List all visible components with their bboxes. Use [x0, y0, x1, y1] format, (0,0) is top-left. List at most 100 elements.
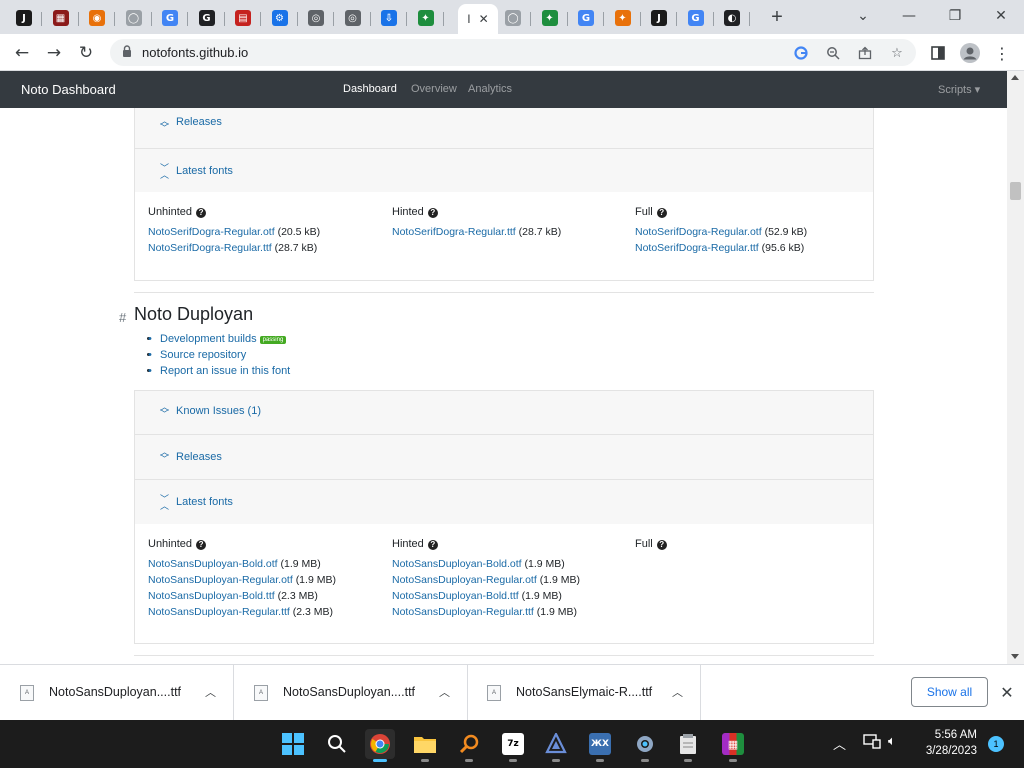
address-bar[interactable]: notofonts.github.io ☆: [110, 39, 916, 66]
profile-avatar-icon[interactable]: [958, 41, 982, 65]
settings-gear-icon[interactable]: [630, 729, 660, 762]
font-file-link[interactable]: NotoSansDuployan-Bold.ttf: [392, 590, 519, 602]
browser-tab[interactable]: ◉: [81, 4, 115, 32]
browser-tab[interactable]: ◎: [337, 4, 371, 32]
scroll-down-arrow-icon[interactable]: [1011, 654, 1019, 659]
volume-icon[interactable]: 🔈︎: [888, 734, 896, 749]
browser-tab[interactable]: G: [570, 4, 604, 32]
browser-tab[interactable]: G: [191, 4, 225, 32]
menu-kebab-icon[interactable]: ⋮: [990, 41, 1014, 65]
help-icon[interactable]: ?: [196, 208, 207, 218]
font-file-link[interactable]: NotoSansDuployan-Regular.otf: [392, 574, 537, 586]
download-item[interactable]: A NotoSansElymaic-R....ttf ︿: [467, 665, 701, 721]
latest-fonts-header[interactable]: ﹀ ︿ Latest fonts: [134, 148, 874, 193]
nav-analytics[interactable]: Analytics: [468, 83, 512, 95]
bookmark-star-icon[interactable]: ☆: [888, 44, 906, 62]
chrome-taskbar-icon[interactable]: [365, 729, 395, 762]
google-lens-icon[interactable]: [792, 44, 810, 62]
releases-header[interactable]: ︿ ﹀ Releases: [134, 108, 874, 149]
minimize-icon[interactable]: —: [889, 4, 929, 28]
inkscape-icon[interactable]: [541, 729, 571, 762]
help-icon[interactable]: ?: [427, 540, 438, 550]
latest-fonts-header[interactable]: ﹀ ︿ Latest fonts: [134, 479, 874, 525]
browser-tab[interactable]: ⚙: [264, 4, 298, 32]
file-explorer-icon[interactable]: [410, 729, 440, 762]
help-icon[interactable]: ?: [656, 540, 667, 550]
font-viewer-icon[interactable]: ЖX: [585, 729, 615, 762]
browser-tab[interactable]: ✦: [607, 4, 641, 32]
releases-header[interactable]: ︿ ﹀ Releases: [134, 434, 874, 480]
build-status-badge[interactable]: passing: [259, 336, 287, 344]
help-icon[interactable]: ?: [427, 208, 438, 218]
browser-tab[interactable]: J: [643, 4, 677, 32]
page-scrollbar[interactable]: [1007, 71, 1024, 664]
chevron-up-icon[interactable]: ︿: [439, 684, 450, 700]
browser-tab[interactable]: G: [154, 4, 188, 32]
tab-search-icon[interactable]: ⌄: [843, 4, 883, 28]
browser-tab[interactable]: ▦: [45, 4, 79, 32]
clock-time[interactable]: 5:56 AM: [927, 729, 977, 741]
download-item[interactable]: A NotoSansDuployan....ttf ︿: [234, 665, 468, 721]
zoom-icon[interactable]: [824, 44, 842, 62]
search-icon[interactable]: [322, 729, 352, 759]
side-panel-icon[interactable]: [926, 41, 950, 65]
notification-badge[interactable]: 1: [988, 736, 1004, 752]
font-file-link[interactable]: NotoSerifDogra-Regular.ttf: [392, 226, 516, 238]
forward-icon[interactable]: →: [41, 40, 67, 66]
source-repository-link[interactable]: Source repository: [160, 349, 246, 361]
back-icon[interactable]: ←: [9, 40, 35, 66]
font-file-link[interactable]: NotoSerifDogra-Regular.ttf: [148, 242, 272, 254]
new-tab-button[interactable]: +: [766, 6, 788, 28]
chevron-up-icon[interactable]: ︿: [672, 684, 683, 700]
nav-dashboard[interactable]: Dashboard: [343, 83, 397, 95]
winrar-icon[interactable]: ▦: [718, 729, 748, 762]
browser-tab[interactable]: ◯: [118, 4, 152, 32]
active-browser-tab[interactable]: I ✕: [458, 4, 498, 34]
download-item[interactable]: A NotoSansDuployan....ttf ︿: [0, 665, 234, 721]
chevron-up-icon[interactable]: ︿: [833, 734, 846, 753]
close-window-icon[interactable]: ✕: [981, 4, 1021, 28]
maximize-icon[interactable]: ❐: [935, 4, 975, 28]
chevron-up-icon[interactable]: ︿: [205, 684, 216, 700]
help-icon[interactable]: ?: [656, 208, 667, 218]
help-icon[interactable]: ?: [196, 540, 207, 550]
network-icon[interactable]: [863, 733, 881, 753]
browser-tab[interactable]: ✦: [534, 4, 568, 32]
share-icon[interactable]: [856, 44, 874, 62]
font-file-link[interactable]: NotoSerifDogra-Regular.otf: [148, 226, 275, 238]
7zip-icon[interactable]: 7z: [498, 729, 528, 762]
clock-date[interactable]: 3/28/2023: [917, 745, 977, 757]
notepad-icon[interactable]: [673, 729, 703, 762]
scroll-up-arrow-icon[interactable]: [1011, 75, 1019, 80]
nav-overview[interactable]: Overview: [411, 83, 457, 95]
browser-tab[interactable]: G: [680, 4, 714, 32]
report-issue-link[interactable]: Report an issue in this font: [160, 365, 290, 377]
scroll-thumb[interactable]: [1010, 182, 1021, 200]
close-tab-icon[interactable]: ✕: [479, 12, 489, 26]
anchor-link[interactable]: #: [119, 310, 126, 325]
browser-tab[interactable]: ◯: [497, 4, 531, 32]
font-file-link[interactable]: NotoSerifDogra-Regular.ttf: [635, 242, 759, 254]
reload-icon[interactable]: ↻: [73, 40, 99, 66]
show-all-downloads-button[interactable]: Show all: [911, 677, 988, 707]
browser-tab[interactable]: ◐: [716, 4, 750, 32]
development-builds-link[interactable]: Development builds: [160, 333, 257, 345]
font-file-link[interactable]: NotoSansDuployan-Regular.ttf: [392, 606, 534, 618]
browser-tab[interactable]: ▤: [227, 4, 261, 32]
font-file-link[interactable]: NotoSansDuployan-Regular.ttf: [148, 606, 290, 618]
font-file-link[interactable]: NotoSansDuployan-Bold.otf: [148, 558, 278, 570]
font-file-link[interactable]: NotoSansDuployan-Regular.otf: [148, 574, 293, 586]
browser-tab[interactable]: ◎: [300, 4, 334, 32]
start-menu-icon[interactable]: [278, 729, 308, 759]
close-download-bar-icon[interactable]: ✕: [998, 683, 1016, 702]
browser-tab[interactable]: ✦: [410, 4, 444, 32]
navbar-brand[interactable]: Noto Dashboard: [21, 82, 116, 97]
browser-tab[interactable]: J: [8, 4, 42, 32]
font-file-link[interactable]: NotoSansDuployan-Bold.ttf: [148, 590, 275, 602]
font-file-link[interactable]: NotoSerifDogra-Regular.otf: [635, 226, 762, 238]
known-issues-header[interactable]: ︿ ﹀ Known Issues (1): [134, 390, 874, 435]
font-file-link[interactable]: NotoSansDuployan-Bold.otf: [392, 558, 522, 570]
magnifier-app-icon[interactable]: [454, 729, 484, 762]
browser-tab[interactable]: ⇩: [373, 4, 407, 32]
nav-scripts-dropdown[interactable]: Scripts ▾: [938, 83, 980, 96]
